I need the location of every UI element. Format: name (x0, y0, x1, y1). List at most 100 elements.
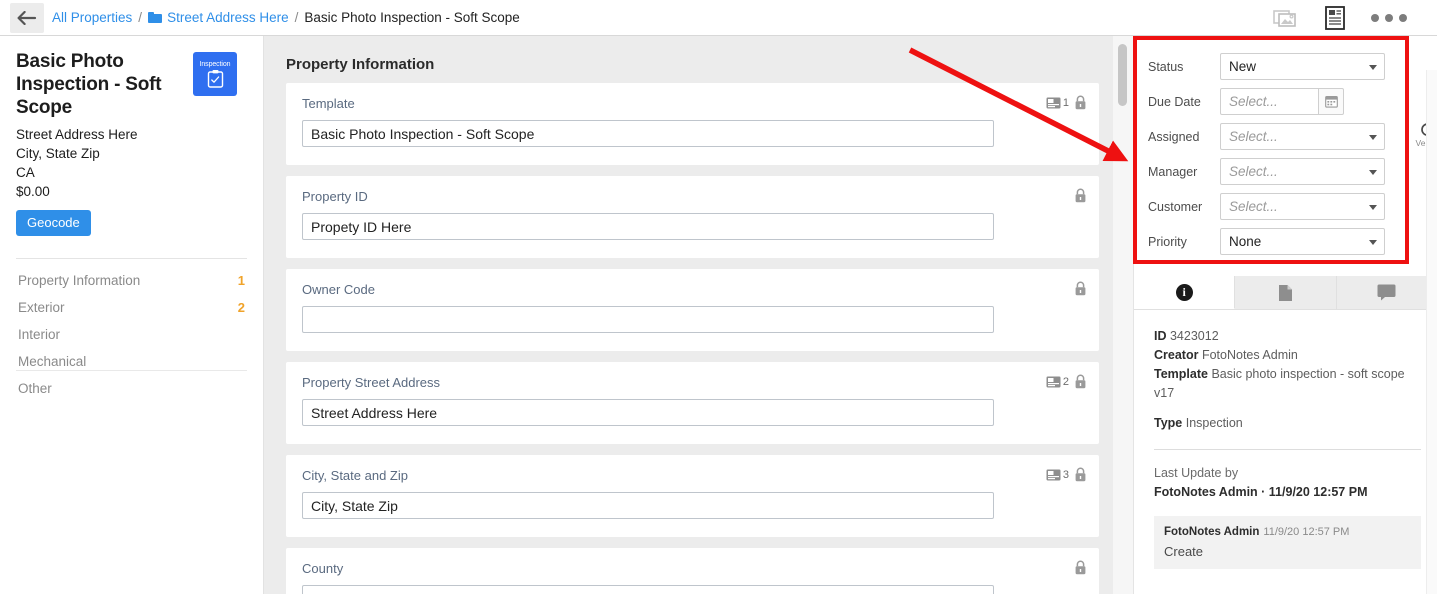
tab-info[interactable]: i (1134, 276, 1236, 309)
sidebar-nav: Property Information 1 Exterior 2 Interior Me… (16, 259, 247, 402)
breadcrumb-all-properties[interactable]: All Properties (52, 10, 132, 25)
form-label: Due Date (1148, 94, 1201, 109)
meta-id-value: 3423012 (1169, 329, 1219, 343)
field-lock-toggle[interactable] (1074, 95, 1087, 110)
meta-spacer (1154, 403, 1421, 414)
select-value: Select... (1229, 129, 1278, 144)
sidebar-item-count: 2 (237, 300, 245, 315)
sidebar-item-other[interactable]: Other (16, 375, 247, 402)
photo-gallery-icon[interactable] (1273, 8, 1299, 28)
last-update-heading: Last Update by (1154, 466, 1239, 480)
field-card-icons (1074, 281, 1087, 296)
meta-template-row: Template Basic photo inspection - soft s… (1154, 365, 1421, 403)
field-label: Template (302, 96, 355, 111)
field-lock-toggle[interactable] (1074, 281, 1087, 296)
back-arrow-icon (17, 10, 37, 25)
last-update-value: FotoNotes Admin · 11/9/20 12:57 PM (1154, 485, 1368, 499)
top-bar-actions (1273, 5, 1437, 30)
photo-attachment-indicator[interactable]: 1 (1046, 97, 1069, 109)
tab-documents[interactable] (1235, 276, 1337, 309)
field-card-icons: 1 (1046, 95, 1087, 110)
field-card-icons (1074, 188, 1087, 203)
assigned-select[interactable]: Select... (1220, 123, 1385, 150)
photo-icon (1046, 376, 1061, 387)
geocode-button[interactable]: Geocode (16, 210, 91, 236)
report-document-icon[interactable] (1325, 5, 1345, 30)
calendar-icon (1324, 96, 1338, 108)
field-input[interactable] (302, 120, 994, 147)
address-line-2: City, State Zip (16, 146, 100, 161)
customer-select[interactable]: Select... (1220, 193, 1385, 220)
property-meta: Street Address Here City, State Zip CA $… (16, 125, 247, 201)
chevron-down-icon (1369, 64, 1377, 70)
field-input[interactable] (302, 585, 994, 594)
status-select[interactable]: New (1220, 53, 1385, 80)
lock-icon (1075, 281, 1086, 296)
field-card: County (286, 548, 1099, 594)
manager-select[interactable]: Select... (1220, 158, 1385, 185)
meta-creator-row: Creator FotoNotes Admin (1154, 346, 1421, 365)
right-panel-scrollbar[interactable] (1426, 70, 1437, 594)
activity-action: Create (1164, 544, 1204, 559)
photo-icon (1046, 97, 1061, 108)
lock-icon (1075, 467, 1086, 482)
app-root: All Properties / Street Address Here / B… (0, 0, 1437, 594)
field-card: City, State and Zip 3 (286, 455, 1099, 537)
form-label: Manager (1148, 164, 1198, 179)
field-input[interactable] (302, 306, 994, 333)
photo-icon (1046, 469, 1061, 480)
photo-attachment-indicator[interactable]: 3 (1046, 469, 1069, 481)
detail-tabs: i (1134, 276, 1437, 310)
field-lock-toggle[interactable] (1074, 374, 1087, 389)
back-button[interactable] (10, 2, 44, 33)
detail-metadata: ID 3423012 Creator FotoNotes Admin Templ… (1134, 310, 1437, 433)
calendar-picker-button[interactable] (1319, 88, 1344, 115)
sidebar-item-property-information[interactable]: Property Information 1 (16, 267, 247, 294)
field-input[interactable] (302, 213, 994, 240)
sidebar-bottom-rule (16, 370, 247, 371)
photo-attachment-indicator[interactable]: 2 (1046, 376, 1069, 388)
form-label: Status (1148, 59, 1184, 74)
form-label: Assigned (1148, 129, 1200, 144)
due-date-input[interactable]: Select... (1220, 88, 1319, 115)
select-value: New (1229, 59, 1257, 74)
main-scrollbar-thumb[interactable] (1118, 44, 1127, 106)
form-row: Priority None (1148, 227, 1427, 256)
badge-label: Inspection (199, 60, 231, 68)
left-sidebar: Basic Photo Inspection - Soft Scope Insp… (0, 36, 264, 594)
section-title: Property Information (286, 56, 435, 73)
main-content: Property Information Template 1 Property I… (264, 36, 1133, 594)
sidebar-item-exterior[interactable]: Exterior 2 (16, 294, 247, 321)
form-row: Customer Select... (1148, 192, 1427, 221)
sidebar-item-interior[interactable]: Interior (16, 321, 247, 348)
form-row: Due Date Select... (1148, 87, 1427, 116)
activity-header: FotoNotes Admin 11/9/20 12:57 PM (1164, 523, 1411, 541)
field-card-icons (1074, 560, 1087, 575)
meta-id-row: ID 3423012 (1154, 327, 1421, 346)
sidebar-item-label: Property Information (18, 273, 141, 288)
form-label: Priority (1148, 234, 1187, 249)
select-value: Select... (1229, 199, 1278, 214)
activity-entry: FotoNotes Admin 11/9/20 12:57 PM Create (1154, 516, 1421, 569)
amount-value: $0.00 (16, 184, 50, 199)
chevron-down-icon (1369, 169, 1377, 175)
priority-select[interactable]: None (1220, 228, 1385, 255)
right-panel: Status New Due Date Select... Assigned Select… (1133, 36, 1437, 594)
field-card-icons: 3 (1046, 467, 1087, 482)
inspection-type-badge: Inspection (193, 52, 237, 96)
form-label: Customer (1148, 199, 1203, 214)
field-lock-toggle[interactable] (1074, 467, 1087, 482)
breadcrumb-property[interactable]: Street Address Here (167, 10, 289, 25)
field-lock-toggle[interactable] (1074, 560, 1087, 575)
form-row: AssignedSelect...Vendor (1148, 122, 1437, 151)
main-scrollbar[interactable] (1113, 36, 1133, 594)
field-card-icons: 2 (1046, 374, 1087, 389)
sidebar-item-count: 1 (237, 273, 245, 288)
sidebar-item-label: Mechanical (18, 354, 87, 369)
field-lock-toggle[interactable] (1074, 188, 1087, 203)
tab-comments[interactable] (1336, 276, 1437, 309)
more-options-icon[interactable] (1371, 13, 1407, 22)
chevron-down-icon (1369, 204, 1377, 210)
field-input[interactable] (302, 492, 994, 519)
field-input[interactable] (302, 399, 994, 426)
